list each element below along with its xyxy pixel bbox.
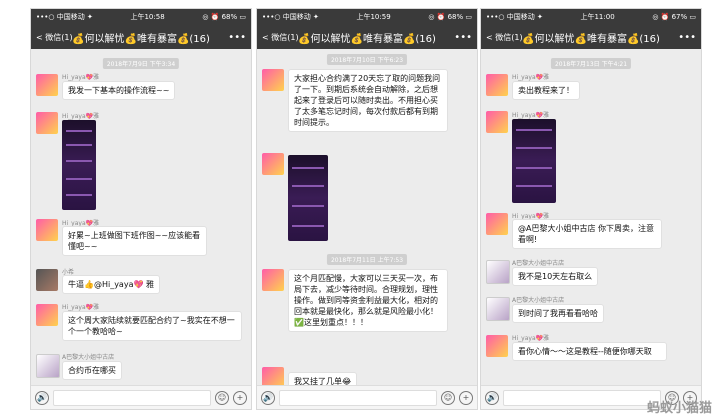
timestamp: 2018年7月13日 下午4:21 <box>550 58 632 69</box>
avatar[interactable] <box>486 213 508 235</box>
message-bubble[interactable]: 我又挂了几单😂 <box>288 372 358 385</box>
plus-icon[interactable]: + <box>233 390 247 405</box>
message-input[interactable] <box>279 389 437 406</box>
avatar[interactable] <box>486 74 508 96</box>
message-bubble[interactable]: 这个月匹配慢，大家可以三天买一次，布局下去，减少等待时间。合理规划，理性操作。做… <box>288 269 448 332</box>
timestamp: 2018年7月10日 下午6:23 <box>326 54 408 65</box>
avatar[interactable] <box>486 335 508 357</box>
battery-indicator: ◎ ⏰ 67% ▭ <box>652 13 696 21</box>
back-button[interactable]: < 微信(1) <box>262 32 299 43</box>
avatar[interactable] <box>36 112 58 134</box>
chat-window-3: •••○ 中国移动 ✦ 上午11:00 ◎ ⏰ 67% ▭ < 微信(1) 💰何… <box>480 8 702 410</box>
image-message[interactable] <box>288 155 328 241</box>
message-input[interactable] <box>53 389 211 406</box>
battery-indicator: ◎ ⏰ 68% ▭ <box>428 13 472 21</box>
sender-name: Hi_yaya💖雅 <box>62 113 100 120</box>
image-message[interactable] <box>512 119 556 203</box>
sender-name: Hi_yaya💖雅 <box>512 112 550 119</box>
avatar[interactable] <box>36 219 58 241</box>
voice-icon[interactable]: 🔊 <box>485 390 499 405</box>
avatar[interactable] <box>262 153 284 175</box>
clock: 上午10:59 <box>356 13 391 21</box>
status-bar: •••○ 中国移动 ✦ 上午10:59 ◎ ⏰ 68% ▭ <box>257 9 477 25</box>
clock: 上午11:00 <box>580 13 615 21</box>
back-button[interactable]: < 微信(1) <box>486 32 523 43</box>
voice-icon[interactable]: 🔊 <box>35 390 49 405</box>
input-bar: 🔊 ☺ + <box>31 385 251 409</box>
input-bar: 🔊 ☺ + <box>257 385 477 409</box>
avatar[interactable] <box>36 269 58 291</box>
message-list[interactable]: 2018年7月13日 下午4:21 Hi_yaya💖雅 卖出教程来了！ Hi_y… <box>481 49 701 385</box>
carrier-label: •••○ 中国移动 ✦ <box>262 13 319 21</box>
nav-bar: < 微信(1) 💰何以解忧💰唯有暴富💰(16) ••• <box>31 25 251 49</box>
nav-bar: < 微信(1) 💰何以解忧💰唯有暴富💰(16) ••• <box>257 25 477 49</box>
avatar[interactable] <box>486 111 508 133</box>
more-icon[interactable]: ••• <box>678 32 696 43</box>
sender-name: Hi_yaya💖雅 <box>512 74 550 81</box>
message-bubble[interactable]: 我不是10天左右取么 <box>512 267 599 286</box>
chat-window-2: •••○ 中国移动 ✦ 上午10:59 ◎ ⏰ 68% ▭ < 微信(1) 💰何… <box>256 8 478 410</box>
message-bubble[interactable]: 卖出教程来了！ <box>512 81 580 100</box>
message-bubble[interactable]: 大家担心合约满了20天忘了取的问题我问了一下。到期后系统会自动解除，之后想起来了… <box>288 69 448 132</box>
avatar[interactable] <box>36 74 58 96</box>
timestamp: 2018年7月11日 上午7:53 <box>326 254 408 265</box>
message-input[interactable] <box>503 389 661 406</box>
more-icon[interactable]: ••• <box>454 32 472 43</box>
message-bubble[interactable]: 我发一下基本的操作流程~~ <box>62 81 176 100</box>
avatar[interactable] <box>262 269 284 291</box>
message-bubble[interactable]: 牛逼👍@Hi_yaya💖 雅 <box>62 275 160 294</box>
back-button[interactable]: < 微信(1) <box>36 32 73 43</box>
status-bar: •••○ 中国移动 ✦ 上午11:00 ◎ ⏰ 67% ▭ <box>481 9 701 25</box>
sender-name: Hi_yaya💖雅 <box>62 304 100 311</box>
message-bubble[interactable]: 好累~上班做图下班作图~~应该能看懂吧~~ <box>62 226 207 256</box>
sender-name: A巴黎大小姐中古店 <box>62 354 115 361</box>
image-message[interactable] <box>62 120 96 210</box>
avatar[interactable] <box>36 304 58 326</box>
sender-name: Hi_yaya💖雅 <box>512 335 550 342</box>
status-bar: •••○ 中国移动 ✦ 上午10:58 ◎ ⏰ 68% ▭ <box>31 9 251 25</box>
message-bubble[interactable]: 到时间了我再看看哈哈 <box>512 304 604 323</box>
avatar[interactable] <box>486 297 510 321</box>
more-icon[interactable]: ••• <box>228 32 246 43</box>
clock: 上午10:58 <box>130 13 165 21</box>
message-list[interactable]: 2018年7月10日 下午6:23 大家担心合约满了20天忘了取的问题我问了一下… <box>257 49 477 385</box>
carrier-label: •••○ 中国移动 ✦ <box>486 13 543 21</box>
sender-name: A巴黎大小姐中古店 <box>512 260 565 267</box>
sender-name: Hi_yaya💖雅 <box>62 74 100 81</box>
timestamp: 2018年7月9日 下午3:34 <box>102 58 180 69</box>
battery-indicator: ◎ ⏰ 68% ▭ <box>202 13 246 21</box>
message-bubble[interactable]: 看你心情～～这是教程--随便你哪天取 <box>512 342 667 361</box>
voice-icon[interactable]: 🔊 <box>261 390 275 405</box>
avatar[interactable] <box>262 367 284 385</box>
message-bubble[interactable]: 这个周大家陆续就要匹配合约了~我实在不想一个一个教哈哈~ <box>62 311 242 341</box>
plus-icon[interactable]: + <box>459 390 473 405</box>
avatar[interactable] <box>262 69 284 91</box>
chat-window-1: •••○ 中国移动 ✦ 上午10:58 ◎ ⏰ 68% ▭ < 微信(1) 💰何… <box>30 8 252 410</box>
emoji-icon[interactable]: ☺ <box>441 390 455 405</box>
emoji-icon[interactable]: ☺ <box>215 390 229 405</box>
avatar[interactable] <box>36 354 60 378</box>
sender-name: A巴黎大小姐中古店 <box>512 297 565 304</box>
watermark: 蚂蚁小猫猫 <box>646 401 712 416</box>
message-list[interactable]: 2018年7月9日 下午3:34 Hi_yaya💖雅 我发一下基本的操作流程~~… <box>31 49 251 385</box>
message-bubble[interactable]: 合约币在哪买 <box>62 361 122 380</box>
message-bubble[interactable]: @A巴黎大小姐中古店 你下周卖，注意看啊! <box>512 219 662 249</box>
nav-bar: < 微信(1) 💰何以解忧💰唯有暴富💰(16) ••• <box>481 25 701 49</box>
avatar[interactable] <box>486 260 510 284</box>
carrier-label: •••○ 中国移动 ✦ <box>36 13 93 21</box>
